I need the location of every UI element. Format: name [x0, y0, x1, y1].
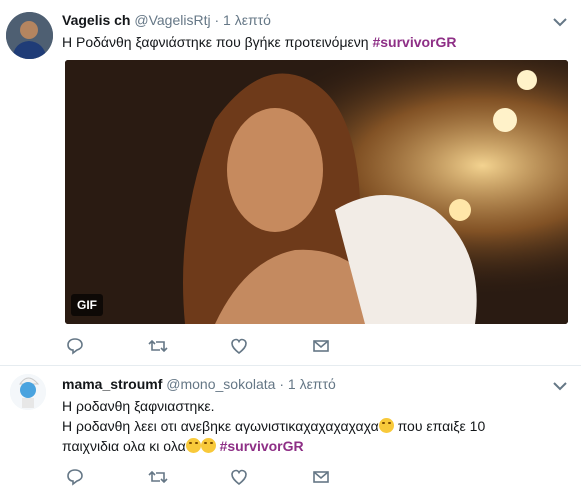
display-name[interactable]: Vagelis ch	[62, 12, 130, 28]
tweet-actions	[66, 337, 394, 355]
separator: ·	[279, 376, 284, 392]
tweet-body: παιχνιδια ολα κι ολα	[62, 438, 186, 454]
gif-media[interactable]: GIF	[65, 60, 568, 324]
reply-icon[interactable]	[66, 337, 148, 355]
tweet-body: Η Ροδάνθη ξαφνιάστηκε που βγήκε προτεινό…	[62, 34, 373, 50]
tweet-line: Η ροδανθη ξαφνιαστηκε.	[62, 398, 215, 414]
user-handle[interactable]: @VagelisRtj	[134, 12, 210, 28]
gif-badge: GIF	[71, 294, 103, 316]
joy-emoji-icon	[185, 438, 201, 453]
dm-icon[interactable]	[312, 468, 394, 486]
display-name[interactable]: mama_stroumf	[62, 376, 162, 392]
retweet-icon[interactable]	[148, 337, 230, 355]
chevron-down-icon[interactable]	[553, 14, 567, 27]
dm-icon[interactable]	[312, 337, 394, 355]
timestamp[interactable]: 1 λεπτό	[223, 12, 271, 28]
like-icon[interactable]	[230, 468, 312, 486]
retweet-icon[interactable]	[148, 468, 230, 486]
tweet: Vagelis ch @VagelisRtj · 1 λεπτό Η Ροδάν…	[0, 0, 581, 366]
avatar[interactable]	[6, 12, 53, 59]
tweet-line: παιχνιδια ολα κι ολα #survivorGR	[62, 436, 485, 456]
hashtag-link[interactable]: #survivorGR	[372, 34, 456, 50]
hashtag-link[interactable]: #survivorGR	[220, 438, 304, 454]
tweet-text: Η Ροδάνθη ξαφνιάστηκε που βγήκε προτεινό…	[62, 32, 457, 52]
tweet-actions	[66, 468, 394, 486]
like-icon[interactable]	[230, 337, 312, 355]
tweet-header: mama_stroumf @mono_sokolata · 1 λεπτό	[62, 376, 336, 392]
tweet-header: Vagelis ch @VagelisRtj · 1 λεπτό	[62, 12, 271, 28]
tweet-body: που επαιξε 10	[393, 418, 486, 434]
avatar[interactable]	[10, 374, 46, 410]
reply-icon[interactable]	[66, 468, 148, 486]
timestamp[interactable]: 1 λεπτό	[288, 376, 336, 392]
chevron-down-icon[interactable]	[553, 378, 567, 391]
separator: ·	[214, 12, 220, 28]
joy-emoji-icon	[378, 418, 394, 433]
tweet-line: Η ροδανθη λεει οτι ανεβηκε αγωνιστικαχαχ…	[62, 416, 485, 436]
gif-frame	[65, 60, 568, 324]
tweet-text: Η ροδανθη ξαφνιαστηκε. Η ροδανθη λεει οτ…	[62, 396, 485, 456]
tweet: mama_stroumf @mono_sokolata · 1 λεπτό Η …	[0, 366, 581, 493]
user-handle[interactable]: @mono_sokolata	[166, 376, 275, 392]
joy-emoji-icon	[200, 438, 216, 453]
tweet-body: Η ροδανθη λεει οτι ανεβηκε αγωνιστικαχαχ…	[62, 418, 379, 434]
